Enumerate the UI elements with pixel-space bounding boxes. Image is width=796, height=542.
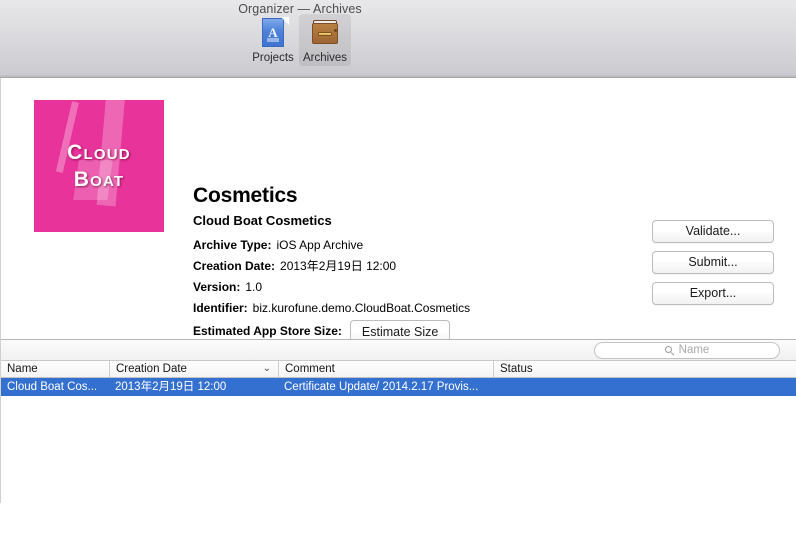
column-header-comment[interactable]: Comment xyxy=(278,361,493,377)
cell-comment: Certificate Update/ 2014.2.17 Provis... xyxy=(284,381,479,393)
metadata-row-identifier: Identifier: biz.kurofune.demo.CloudBoat.C… xyxy=(193,298,470,319)
action-button-group: Validate... Submit... Export... xyxy=(652,220,774,313)
column-header-name[interactable]: Name xyxy=(1,361,109,377)
app-store-document-icon: A xyxy=(257,17,289,49)
creation-date-value: 2013年2月19日 12:00 xyxy=(280,259,397,273)
metadata-row-creation-date: Creation Date: 2013年2月19日 12:00 xyxy=(193,256,470,277)
table-filter-bar: Name xyxy=(1,339,796,361)
column-header-status[interactable]: Status xyxy=(493,361,796,377)
app-icon-text: Cloud Boat xyxy=(34,140,164,194)
identifier-value: biz.kurofune.demo.CloudBoat.Cosmetics xyxy=(252,301,471,315)
cell-status xyxy=(493,378,796,396)
creation-date-label: Creation Date: xyxy=(193,259,276,273)
search-icon xyxy=(664,345,675,356)
titlebar-toolbar: Organizer — Archives A Projects Archives xyxy=(0,0,796,78)
archive-metadata-list: Archive Type: iOS App Archive Creation Da… xyxy=(193,235,470,346)
archive-detail-pane: Cloud Boat Cosmetics Cloud Boat Cosmetic… xyxy=(1,78,796,346)
metadata-row-estimated-size: Estimated App Store Size: Estimate Size xyxy=(193,319,470,346)
validate-button[interactable]: Validate... xyxy=(652,220,774,243)
submit-button[interactable]: Submit... xyxy=(652,251,774,274)
search-placeholder: Name xyxy=(678,343,710,356)
archive-title: Cosmetics xyxy=(193,184,298,207)
estimated-size-label: Estimated App Store Size: xyxy=(193,324,342,338)
organizer-window: Organizer — Archives A Projects Archives… xyxy=(0,0,796,542)
tab-archives[interactable]: Archives xyxy=(299,14,351,66)
column-header-creation-date[interactable]: Creation Date ⌄ xyxy=(109,361,278,377)
archive-subtitle: Cloud Boat Cosmetics xyxy=(193,213,332,228)
app-icon-line2: Boat xyxy=(73,167,125,191)
table-body: Cloud Boat Cos... 2013年2月19日 12:00 Certi… xyxy=(1,378,796,542)
column-header-comment-label: Comment xyxy=(285,363,335,375)
column-header-creation-date-label: Creation Date xyxy=(116,363,187,375)
export-button[interactable]: Export... xyxy=(652,282,774,305)
search-input[interactable]: Name xyxy=(594,342,780,359)
archive-type-label: Archive Type: xyxy=(193,238,272,252)
content-area: Cloud Boat Cosmetics Cloud Boat Cosmetic… xyxy=(0,78,796,542)
column-header-status-label: Status xyxy=(500,363,533,375)
sort-descending-icon: ⌄ xyxy=(262,363,271,374)
metadata-row-version: Version: 1.0 xyxy=(193,277,470,298)
table-row[interactable]: Cloud Boat Cos... 2013年2月19日 12:00 Certi… xyxy=(1,378,796,396)
app-icon-line1: Cloud xyxy=(67,141,131,164)
archive-type-value: iOS App Archive xyxy=(276,238,364,252)
column-header-name-label: Name xyxy=(7,363,38,375)
version-label: Version: xyxy=(193,280,241,294)
table-column-headers: Name Creation Date ⌄ Comment Status xyxy=(1,361,796,378)
cell-name: Cloud Boat Cos... xyxy=(7,381,98,393)
identifier-label: Identifier: xyxy=(193,301,248,315)
metadata-row-archive-type: Archive Type: iOS App Archive xyxy=(193,235,470,256)
archives-table: Name Name Creation Date ⌄ Comment Status xyxy=(1,339,796,542)
tab-archives-label: Archives xyxy=(302,52,348,64)
file-cabinet-icon xyxy=(309,17,341,49)
toolbar-tab-group: A Projects Archives xyxy=(247,14,351,66)
tab-projects-label: Projects xyxy=(252,52,294,64)
app-icon: Cloud Boat xyxy=(34,100,164,232)
version-value: 1.0 xyxy=(245,280,263,294)
tab-projects[interactable]: A Projects xyxy=(247,14,299,66)
cell-creation-date: 2013年2月19日 12:00 xyxy=(115,381,227,393)
